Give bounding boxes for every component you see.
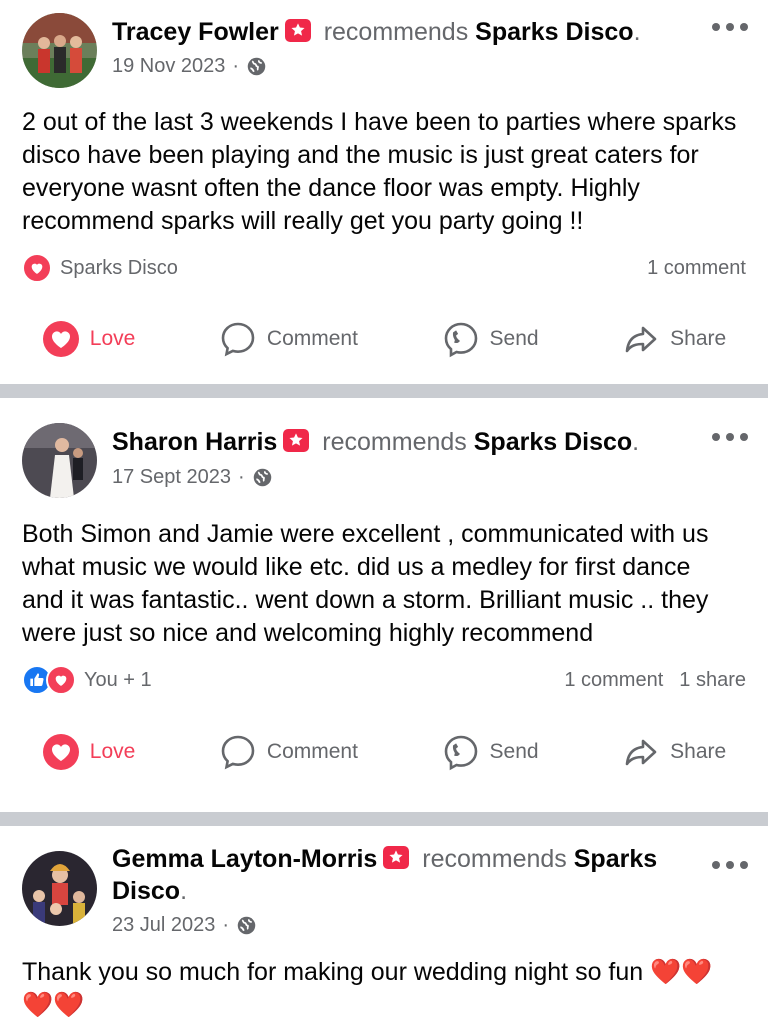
action-bar: Love Comment Send Share xyxy=(0,732,768,772)
post-header: Sharon Harris recommends Sparks Disco. xyxy=(112,428,640,456)
share-label: Share xyxy=(670,740,727,763)
author-name[interactable]: Sharon Harris xyxy=(112,428,277,456)
love-label: Love xyxy=(89,740,136,763)
comment-label: Comment xyxy=(266,327,358,350)
comment-label: Comment xyxy=(266,740,358,763)
send-button[interactable]: Send xyxy=(442,320,539,358)
globe-icon xyxy=(253,468,271,487)
comment-count[interactable]: 1 comment xyxy=(564,669,663,692)
action-bar: Love Comment Send Share xyxy=(0,319,768,359)
recommend-badge-icon xyxy=(284,19,311,42)
love-icon xyxy=(42,734,79,770)
messenger-icon xyxy=(444,735,477,771)
more-icon[interactable] xyxy=(712,430,748,444)
comment-icon xyxy=(221,322,255,357)
globe-icon xyxy=(237,916,256,935)
share-count[interactable]: 1 share xyxy=(679,669,746,692)
love-reaction-icon xyxy=(46,665,76,695)
post-date[interactable]: 23 Jul 2023 xyxy=(112,914,215,937)
share-button[interactable]: Share xyxy=(622,320,726,358)
recommend-badge-icon xyxy=(383,846,410,869)
send-label: Send xyxy=(489,740,539,763)
author-name[interactable]: Tracey Fowler xyxy=(112,18,279,46)
page-name[interactable]: Sparks Disco xyxy=(475,18,633,46)
reaction-label: You + 1 xyxy=(84,668,152,691)
comment-count[interactable]: 1 comment xyxy=(647,257,746,280)
love-button[interactable]: Love xyxy=(42,320,136,358)
recommend-verb: recommends xyxy=(323,18,469,46)
post-meta: 19 Nov 2023 · xyxy=(112,55,267,78)
post-divider xyxy=(0,812,768,826)
avatar[interactable] xyxy=(22,423,97,498)
comment-button[interactable]: Comment xyxy=(219,320,358,358)
post-header: Gemma Layton-Morris recommends Sparks Di… xyxy=(112,845,658,905)
avatar[interactable] xyxy=(22,13,97,88)
comment-icon xyxy=(221,735,255,770)
post-text: Both Simon and Jamie were excellent , co… xyxy=(22,520,709,647)
post-meta: 23 Jul 2023 · xyxy=(112,914,257,937)
avatar[interactable] xyxy=(22,851,97,926)
post-text: Thank you so much for making our wedding… xyxy=(22,958,713,1019)
post-card: Tracey Fowler recommends Sparks Disco. 1… xyxy=(0,0,768,384)
reaction-summary[interactable]: You + 1 1 comment 1 share xyxy=(22,665,746,695)
share-icon xyxy=(625,326,657,353)
more-icon[interactable] xyxy=(712,858,748,872)
post-divider xyxy=(0,384,768,398)
send-button[interactable]: Send xyxy=(442,733,539,771)
page-name[interactable]: Sparks Disco xyxy=(474,428,632,456)
comment-button[interactable]: Comment xyxy=(219,733,358,771)
messenger-icon xyxy=(444,322,477,358)
post-text: 2 out of the last 3 weekends I have been… xyxy=(22,108,737,235)
author-name[interactable]: Gemma Layton-Morris xyxy=(112,845,377,873)
love-button[interactable]: Love xyxy=(42,733,136,771)
share-label: Share xyxy=(670,327,727,350)
recommend-verb: recommends xyxy=(322,428,467,456)
post-date[interactable]: 17 Sept 2023 xyxy=(112,466,231,489)
globe-icon xyxy=(247,57,266,76)
love-label: Love xyxy=(89,327,136,350)
more-icon[interactable] xyxy=(712,20,748,34)
recommend-badge-icon xyxy=(283,429,310,452)
share-icon xyxy=(625,739,657,766)
post-card: Gemma Layton-Morris recommends Sparks Di… xyxy=(0,826,768,1032)
share-button[interactable]: Share xyxy=(622,733,726,771)
post-meta: 17 Sept 2023 · xyxy=(112,466,273,489)
post-date[interactable]: 19 Nov 2023 xyxy=(112,55,225,78)
recommend-verb: recommends xyxy=(422,845,567,873)
love-icon xyxy=(42,321,79,357)
reaction-label: Sparks Disco xyxy=(60,256,178,279)
send-label: Send xyxy=(489,327,539,350)
post-card: Sharon Harris recommends Sparks Disco. 1… xyxy=(0,398,768,812)
post-header: Tracey Fowler recommends Sparks Disco. xyxy=(112,18,641,46)
reaction-summary[interactable]: Sparks Disco 1 comment xyxy=(22,253,746,283)
love-reaction-icon xyxy=(22,253,52,283)
